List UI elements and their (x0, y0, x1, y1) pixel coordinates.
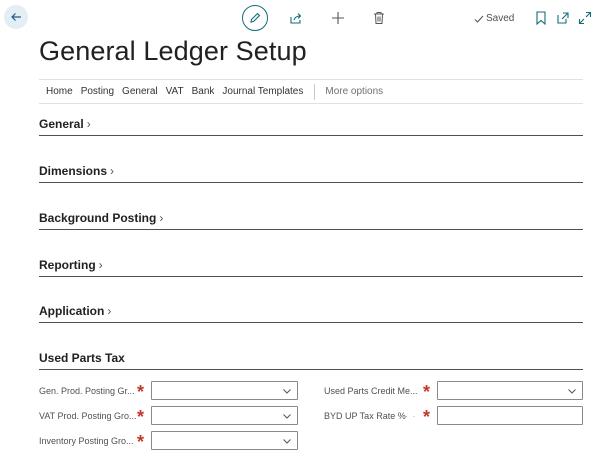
vat-prod-posting-group-label: VAT Prod. Posting Gro... (39, 411, 137, 421)
expand-icon (578, 11, 592, 25)
label-leader-dots: · · (405, 411, 417, 421)
section-background-posting[interactable]: Background Posting › (39, 211, 583, 230)
bookmark-button[interactable] (535, 11, 547, 25)
saved-label: Saved (486, 13, 515, 24)
section-reporting-title: Reporting (39, 258, 96, 272)
action-home[interactable]: Home (46, 86, 73, 97)
action-bank[interactable]: Bank (192, 86, 215, 97)
chevron-right-icon: › (110, 164, 115, 178)
section-reporting[interactable]: Reporting › (39, 258, 583, 277)
checkmark-icon (474, 15, 484, 23)
section-background-posting-title: Background Posting (39, 211, 157, 225)
chevron-down-icon (283, 439, 291, 444)
section-used-parts-tax[interactable]: Used Parts Tax (39, 351, 583, 370)
delete-button[interactable] (372, 11, 386, 25)
open-new-window-icon (557, 12, 569, 24)
action-posting[interactable]: Posting (81, 86, 114, 97)
used-parts-credit-memo-select[interactable] (437, 381, 583, 400)
back-button[interactable] (4, 5, 28, 29)
chevron-right-icon: › (98, 258, 103, 272)
trash-icon (374, 12, 384, 24)
section-dimensions-title: Dimensions (39, 164, 108, 178)
chevron-down-icon (568, 389, 576, 394)
section-general-title: General (39, 117, 84, 131)
inventory-posting-group-select[interactable] (151, 431, 298, 450)
plus-icon (332, 12, 344, 24)
action-journal-templates[interactable]: Journal Templates (222, 86, 303, 97)
inventory-posting-group-label: Inventory Posting Gro... (39, 436, 134, 446)
expand-button[interactable] (578, 11, 592, 25)
gen-prod-posting-group-label: Gen. Prod. Posting Gr... (39, 386, 135, 396)
more-options-button[interactable]: More options (325, 86, 383, 97)
page-title: General Ledger Setup (39, 36, 307, 66)
bookmark-icon (536, 11, 546, 25)
required-indicator: * (137, 407, 145, 427)
edit-button[interactable] (242, 5, 268, 31)
chevron-down-icon (283, 414, 291, 419)
action-vat[interactable]: VAT (166, 86, 184, 97)
action-general[interactable]: General (122, 86, 158, 97)
required-indicator: * (137, 432, 145, 452)
back-arrow-icon (11, 13, 21, 21)
pencil-icon (250, 12, 261, 23)
chevron-right-icon: › (107, 304, 112, 318)
gen-prod-posting-group-select[interactable] (151, 381, 298, 400)
required-indicator: * (423, 382, 431, 402)
vat-prod-posting-group-select[interactable] (151, 406, 298, 425)
required-indicator: * (423, 407, 431, 427)
action-bar: Home Posting General VAT Bank Journal Te… (39, 79, 583, 104)
chevron-down-icon (283, 389, 291, 394)
section-used-parts-tax-title: Used Parts Tax (39, 351, 125, 365)
byd-up-tax-rate-input[interactable] (437, 406, 583, 425)
action-divider (314, 83, 316, 100)
section-application-title: Application (39, 304, 105, 318)
share-icon (290, 13, 302, 24)
required-indicator: * (137, 382, 145, 402)
saved-status: Saved (474, 13, 514, 24)
new-button[interactable] (331, 11, 345, 25)
byd-up-tax-rate-label: BYD UP Tax Rate % (324, 411, 406, 421)
share-button[interactable] (289, 11, 303, 25)
open-new-window-button[interactable] (556, 11, 570, 25)
chevron-right-icon: › (86, 117, 91, 131)
section-general[interactable]: General › (39, 117, 583, 136)
chevron-right-icon: › (159, 211, 164, 225)
section-application[interactable]: Application › (39, 304, 583, 323)
section-dimensions[interactable]: Dimensions › (39, 164, 583, 183)
used-parts-credit-memo-label: Used Parts Credit Me... (324, 386, 418, 396)
